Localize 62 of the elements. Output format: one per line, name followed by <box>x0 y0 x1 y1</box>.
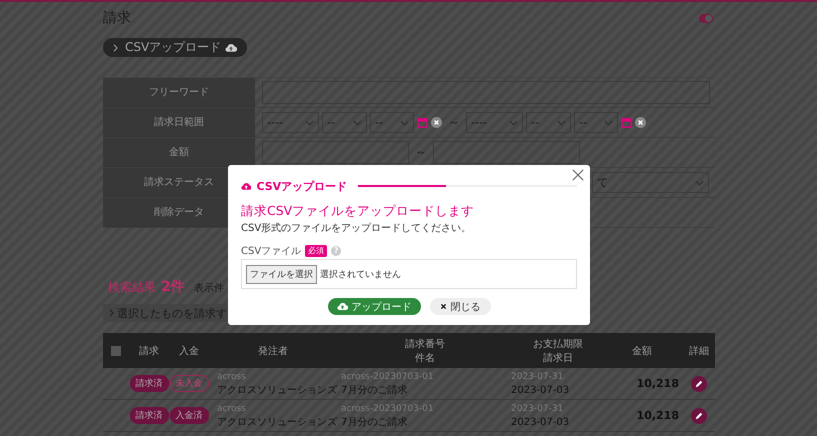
result-label: 検索結果 <box>108 279 156 296</box>
clear-icon[interactable] <box>635 117 646 128</box>
required-badge: 必須 <box>305 244 328 256</box>
column-header: 請求番号 件名 <box>404 338 446 364</box>
invoice-subject: 7月分のご請求 <box>341 384 408 398</box>
amount: 10,218 <box>636 377 679 390</box>
csv-upload-button[interactable]: CSVアップロード <box>103 38 248 57</box>
range-separator: ～ <box>415 144 427 161</box>
amount: 10,218 <box>636 409 679 422</box>
date-select[interactable]: -- <box>526 112 571 133</box>
client-name: アクロスソリューションズ <box>217 416 337 430</box>
form-label: フリーワード <box>103 78 255 107</box>
billing-status-badge: 請求済 <box>130 407 168 424</box>
chevron-down-icon <box>557 120 566 126</box>
chevron-down-icon <box>400 120 409 126</box>
file-input[interactable]: ファイルを選択 選択されていません <box>241 259 577 289</box>
amount-field[interactable] <box>433 141 580 164</box>
date-select[interactable]: -- <box>322 112 367 133</box>
date-select[interactable]: -- <box>574 112 618 133</box>
close-icon[interactable] <box>572 169 584 181</box>
client-name: アクロスソリューションズ <box>217 384 337 398</box>
column-header: 金額 <box>631 344 653 358</box>
form-label: 金額 <box>103 138 255 167</box>
close-icon <box>440 303 446 310</box>
date-select[interactable]: ---- <box>262 112 319 133</box>
upload-button[interactable]: アップロード <box>328 298 420 315</box>
edit-icon[interactable] <box>691 376 707 392</box>
date-select[interactable]: -- <box>370 112 414 133</box>
help-icon[interactable]: ? <box>331 246 342 256</box>
payment-status-badge: 未入金 <box>170 375 208 392</box>
invoice-date: 2023-07-03 <box>511 416 570 430</box>
form-label: 請求日範囲 <box>103 108 255 137</box>
invoice-date: 2023-07-03 <box>511 384 570 398</box>
range-separator: ～ <box>448 114 460 131</box>
result-count: 2件 <box>161 278 185 296</box>
column-header: 発注者 <box>257 344 289 358</box>
column-header: 詳細 <box>688 344 710 358</box>
chevron-right-icon <box>109 309 114 317</box>
chevron-down-icon <box>305 120 314 126</box>
cloud-upload-icon <box>225 42 238 52</box>
chevron-down-icon <box>509 120 518 126</box>
payment-status-badge: 入金済 <box>170 407 208 424</box>
chevron-right-icon <box>113 44 118 52</box>
column-header: お支払期限 請求日 <box>532 338 584 364</box>
cloud-upload-icon <box>241 182 252 190</box>
amount-field[interactable] <box>262 141 409 164</box>
field-label: CSVファイル <box>241 244 302 258</box>
column-header: 入金 <box>178 344 200 358</box>
invoice-subject: 7月分のご請求 <box>341 416 408 430</box>
close-button[interactable]: 閉じる <box>430 298 490 315</box>
chevron-down-icon <box>604 120 613 126</box>
cloud-upload-icon <box>336 302 348 311</box>
select-all-checkbox[interactable] <box>111 346 121 356</box>
column-header: 請求 <box>138 344 160 358</box>
date-select[interactable]: ---- <box>466 112 523 133</box>
billing-status-badge: 請求済 <box>130 375 168 392</box>
toggle-switch[interactable] <box>699 14 713 22</box>
clear-icon[interactable] <box>431 117 442 128</box>
chevron-down-icon <box>695 180 704 186</box>
edit-icon[interactable] <box>691 408 707 424</box>
dialog-title: CSVアップロード <box>256 178 348 194</box>
chevron-down-icon <box>353 120 362 126</box>
